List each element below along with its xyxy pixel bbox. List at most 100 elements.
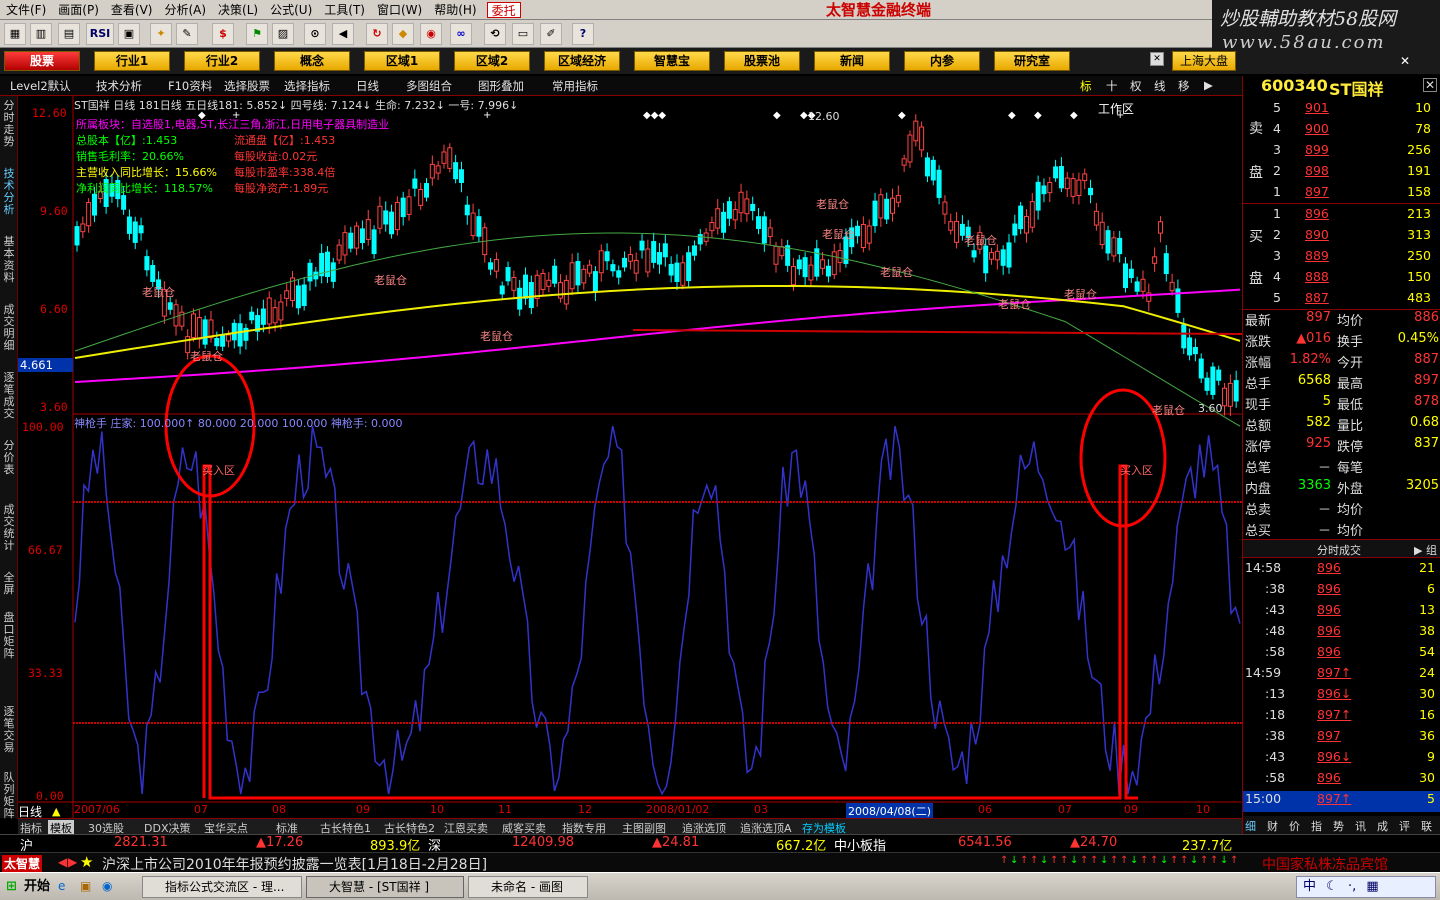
news-right-ticker[interactable]: 中国家私株冻品宾馆 <box>1262 854 1388 874</box>
binoculars-icon[interactable]: ⊙ <box>304 23 326 45</box>
tab-common-indicator[interactable]: 常用指标 <box>552 78 598 94</box>
ime-keyboard-icon[interactable]: ▦ <box>1366 879 1378 894</box>
tab-f10[interactable]: F10资料 <box>168 78 212 94</box>
menu-view-screen[interactable]: 画面(P) <box>52 0 105 20</box>
tab-select-indicator[interactable]: 选择指标 <box>284 78 330 94</box>
tab-level2[interactable]: Level2默认 <box>10 78 71 94</box>
tab-line[interactable]: 线 <box>1154 78 1166 94</box>
menu-file[interactable]: 文件(F) <box>0 0 52 20</box>
nav-internal-reference[interactable]: 内参 <box>904 51 980 71</box>
nav-research[interactable]: 研究室 <box>994 51 1070 71</box>
tab-technical[interactable]: 技术分析 <box>96 78 142 94</box>
nav-industry2[interactable]: 行业2 <box>184 51 260 71</box>
tab-crosshair[interactable]: 十 <box>1106 78 1118 94</box>
workarea-close-icon[interactable]: ✕ <box>1150 52 1164 66</box>
panel-tab[interactable]: 财 <box>1267 818 1278 834</box>
chart-icon[interactable]: ▨ <box>272 23 294 45</box>
star-icon[interactable]: ✦ <box>150 23 172 45</box>
nav-news[interactable]: 新闻 <box>814 51 890 71</box>
period-arrow-icon[interactable]: ▲ <box>52 805 60 818</box>
ime-punct-icon[interactable]: ·, <box>1348 879 1356 894</box>
taskbar-item[interactable]: 未命名 - 画图 <box>468 876 588 898</box>
media-icon[interactable]: ◉ <box>102 879 112 893</box>
bar-chart-icon[interactable]: ▥ <box>30 23 52 45</box>
target-icon[interactable]: ◉ <box>420 23 442 45</box>
reload-icon[interactable]: ↻ <box>366 23 388 45</box>
layout-icon[interactable]: ▣ <box>118 23 140 45</box>
vtab-fundamentals[interactable]: 基本资料 <box>1 236 17 284</box>
dollar-icon[interactable]: $ <box>212 23 234 45</box>
start-button[interactable]: ⊞ 开始 <box>2 876 50 898</box>
ime-toolbar[interactable]: 中 ☾ ·, ▦ <box>1296 876 1436 898</box>
panel-tab[interactable]: 价 <box>1289 818 1300 834</box>
ime-mode[interactable]: 中 <box>1303 879 1316 894</box>
nav-region2[interactable]: 区域2 <box>454 51 530 71</box>
order-row[interactable]: 2 898 191 <box>1243 163 1440 184</box>
grid-icon[interactable]: ▦ <box>4 23 26 45</box>
panel-tab[interactable]: 细 <box>1245 818 1256 834</box>
ime-moon-icon[interactable]: ☾ <box>1326 879 1338 894</box>
calendar-icon[interactable]: ▭ <box>512 23 534 45</box>
menu-analysis[interactable]: 分析(A) <box>158 0 212 20</box>
tab-daily[interactable]: 日线 <box>356 78 379 94</box>
order-row[interactable]: 3 889 250 <box>1243 248 1440 269</box>
table-icon[interactable]: ▤ <box>58 23 80 45</box>
nav-regional-economy[interactable]: 区域经济 <box>544 51 620 71</box>
taskbar-item[interactable]: 指标公式交流区 - 理... <box>142 876 302 898</box>
nav-stock[interactable]: 股票 <box>4 51 80 71</box>
order-row[interactable]: 1 896 213 <box>1243 206 1440 227</box>
tick-list[interactable]: 14:58 896 21:38 896 6:43 896 13:48 896 38:58 896 5… <box>1243 560 1440 814</box>
vtab-tick-trades[interactable]: 逐笔成交 <box>1 372 17 420</box>
rsi-icon[interactable]: RSI <box>86 23 114 45</box>
nav-concept[interactable]: 概念 <box>274 51 350 71</box>
order-row[interactable]: 2 890 313 <box>1243 227 1440 248</box>
order-row[interactable]: 1 897 158 <box>1243 184 1440 205</box>
nav-smart-treasure[interactable]: 智慧宝 <box>634 51 710 71</box>
tab-overlay[interactable]: 图形叠加 <box>478 78 524 94</box>
menu-window[interactable]: 窗口(W) <box>371 0 428 20</box>
link-icon[interactable]: ∞ <box>450 23 472 45</box>
nav-industry1[interactable]: 行业1 <box>94 51 170 71</box>
vtab-price-table[interactable]: 分价表 <box>1 440 17 476</box>
order-row[interactable]: 3 899 256 <box>1243 142 1440 163</box>
menu-decision[interactable]: 决策(L) <box>212 0 264 20</box>
menu-tools[interactable]: 工具(T) <box>318 0 371 20</box>
refresh-icon[interactable]: ⟲ <box>484 23 506 45</box>
vtab-fullscreen[interactable]: 全屏 <box>1 572 17 596</box>
vtab-order-matrix[interactable]: 盘口矩阵 <box>1 612 17 660</box>
panel-tab[interactable]: 成 <box>1377 818 1388 834</box>
order-row[interactable]: 5 901 10 <box>1243 100 1440 121</box>
panel-tab[interactable]: 指 <box>1311 818 1322 834</box>
kline-chart-area[interactable]: ◆ + + ◆◆◆ ◆ ◆◆ ◆ ◆ ◆ ◆ + 12.60 9.60 6.60 3.60… <box>18 96 1242 819</box>
pencil-icon[interactable]: ✎ <box>176 23 198 45</box>
news-next-icon[interactable]: ▶ <box>68 855 77 869</box>
market-select[interactable]: 上海大盘 <box>1172 51 1236 71</box>
vtab-queue-matrix[interactable]: 队列矩阵 <box>1 772 17 820</box>
panel-tab[interactable]: 讯 <box>1355 818 1366 834</box>
chart-canvas[interactable]: ◆ + + ◆◆◆ ◆ ◆◆ ◆ ◆ ◆ ◆ + <box>18 96 1242 818</box>
news-prev-icon[interactable]: ◀ <box>58 855 67 869</box>
nav-stock-pool[interactable]: 股票池 <box>724 51 800 71</box>
taskbar-item-active[interactable]: 大智慧 - [ST国祥 ] <box>306 876 464 898</box>
panel-close-icon[interactable]: ✕ <box>1423 78 1437 92</box>
flag-icon[interactable]: ⚑ <box>246 23 268 45</box>
tab-move[interactable]: 移 <box>1178 78 1190 94</box>
menu-view[interactable]: 查看(V) <box>105 0 159 20</box>
ie-icon[interactable]: e <box>58 879 65 893</box>
panel-tab[interactable]: 评 <box>1399 818 1410 834</box>
window-close-icon[interactable]: ✕ <box>1400 54 1410 68</box>
vtab-trade-stats[interactable]: 成交统计 <box>1 504 17 552</box>
menu-formula[interactable]: 公式(U) <box>264 0 318 20</box>
news-headline[interactable]: 沪深上市公司2010年年报预约披露一览表[1月18日-2月28日] <box>102 854 487 874</box>
tab-rights[interactable]: 权 <box>1130 78 1142 94</box>
vtab-intraday[interactable]: 分时走势 <box>1 100 17 148</box>
tab-select-stock[interactable]: 选择股票 <box>224 78 270 94</box>
speaker-icon[interactable]: ◀ <box>332 23 354 45</box>
order-row[interactable]: 4 888 150 <box>1243 269 1440 290</box>
panel-tab[interactable]: 联 <box>1421 818 1432 834</box>
diamond-icon[interactable]: ◆ <box>392 23 414 45</box>
tab-mark[interactable]: 标 <box>1080 78 1092 94</box>
tab-multi-chart[interactable]: 多图组合 <box>406 78 452 94</box>
menu-help[interactable]: 帮助(H) <box>428 0 482 20</box>
vtab-technical[interactable]: 技术分析 <box>1 168 17 216</box>
